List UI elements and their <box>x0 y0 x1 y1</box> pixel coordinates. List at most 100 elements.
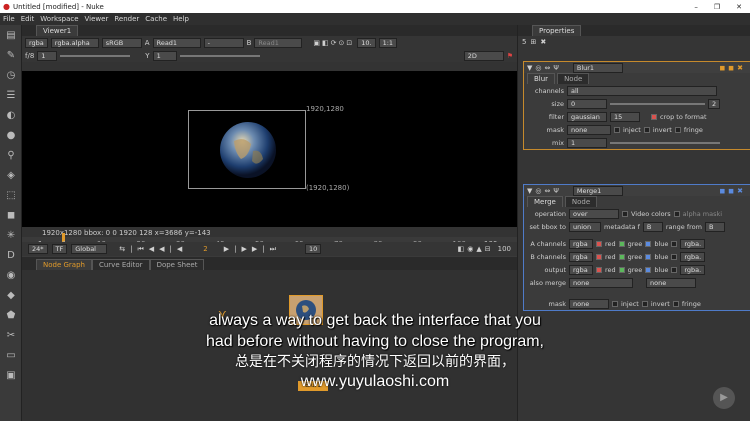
merge-mask-select[interactable]: none <box>569 298 609 309</box>
blur-mask-select[interactable]: none <box>567 124 611 135</box>
tab-node-graph[interactable]: Node Graph <box>36 259 92 270</box>
b-channels-select[interactable]: rgba <box>569 251 593 262</box>
menu-file[interactable]: File <box>3 15 15 23</box>
channel-tool-icon[interactable]: ☰ <box>0 85 22 105</box>
inject-checkbox[interactable] <box>614 126 620 133</box>
a-channels-select[interactable]: rgba <box>569 238 593 249</box>
tab-curve-editor[interactable]: Curve Editor <box>91 259 150 270</box>
b-green-checkbox[interactable] <box>618 253 625 260</box>
step-input[interactable]: 10 <box>304 244 322 254</box>
merge-toggle-icons[interactable]: ▼◎⇔Ψ <box>527 187 562 195</box>
blur-channels-select[interactable]: all <box>567 85 717 96</box>
out-red-checkbox[interactable] <box>596 266 602 273</box>
tab-blur[interactable]: Blur <box>527 73 556 84</box>
channels-select[interactable]: rgba <box>25 37 48 48</box>
merge-invert-checkbox[interactable] <box>641 300 648 307</box>
tf-select[interactable]: TF <box>51 244 68 254</box>
fps-select[interactable]: 24* <box>28 244 48 254</box>
blur-size-input[interactable]: 0 <box>567 98 607 109</box>
max-panels-input[interactable]: 5 <box>522 38 526 46</box>
merge-node-name[interactable]: Merge1 <box>572 185 623 196</box>
merge-color-swatches[interactable]: ◼◼✖ <box>720 187 750 195</box>
a-alpha-checkbox[interactable] <box>671 240 678 247</box>
out-green-checkbox[interactable] <box>618 266 625 273</box>
filter-tool-icon[interactable]: ● <box>0 125 22 145</box>
menu-cache[interactable]: Cache <box>145 15 167 23</box>
crop-checkbox[interactable] <box>651 113 657 120</box>
blur-node-name[interactable]: Blur1 <box>572 62 623 73</box>
a-alpha-select[interactable]: rgba. <box>680 238 706 249</box>
transform-tool-icon[interactable]: ⬚ <box>0 185 22 205</box>
properties-close-icon[interactable]: ✖ <box>540 38 546 46</box>
current-frame[interactable]: 2 <box>203 245 207 253</box>
playback-end[interactable]: 100 <box>498 245 511 253</box>
out-blue-checkbox[interactable] <box>645 266 652 273</box>
a-red-checkbox[interactable] <box>596 240 602 247</box>
image-tool-icon[interactable]: ▤ <box>0 25 22 45</box>
also-merge-select[interactable]: none <box>569 277 633 288</box>
input-b-select[interactable]: Read1 <box>254 37 303 48</box>
invert-checkbox[interactable] <box>643 126 650 133</box>
blur-filter-select[interactable]: gaussian <box>567 111 607 122</box>
y-slider[interactable] <box>179 54 260 57</box>
menu-render[interactable]: Render <box>114 15 139 23</box>
frame-slider[interactable] <box>60 54 131 57</box>
3d-tool-icon[interactable]: ◼ <box>0 205 22 225</box>
merge-tool-icon[interactable]: ◈ <box>0 165 22 185</box>
properties-lock-icon[interactable]: ⊞ <box>530 38 536 46</box>
a-blue-checkbox[interactable] <box>645 240 652 247</box>
output-select[interactable]: rgba <box>569 264 593 275</box>
play-forward-icons[interactable]: ▶|▶▶|⏭ <box>224 245 281 254</box>
loop-icons[interactable]: ◧◉▲⊟ <box>458 245 494 253</box>
draw-tool-icon[interactable]: ✎ <box>0 45 22 65</box>
metadata-select[interactable]: B <box>642 221 663 232</box>
views-tool-icon[interactable]: ◉ <box>0 265 22 285</box>
y-input[interactable]: 1 <box>152 50 177 61</box>
colorspace-select[interactable]: sRGB <box>101 37 142 48</box>
minimize-button[interactable]: – <box>694 3 698 11</box>
color-tool-icon[interactable]: ◐ <box>0 105 22 125</box>
particles-tool-icon[interactable]: ✳ <box>0 225 22 245</box>
fringe-checkbox[interactable] <box>674 126 681 133</box>
tab-merge[interactable]: Merge <box>527 196 563 207</box>
keyer-tool-icon[interactable]: ⚲ <box>0 145 22 165</box>
viewer-lock-icon[interactable]: ⚑ <box>507 52 513 60</box>
blur-mix-input[interactable]: 1 <box>567 137 607 148</box>
merge-fringe-checkbox[interactable] <box>672 300 679 307</box>
range-mode-select[interactable]: Global <box>71 244 108 254</box>
b-blue-checkbox[interactable] <box>645 253 652 260</box>
tab-blur-node[interactable]: Node <box>557 73 590 84</box>
maximize-button[interactable]: ❐ <box>714 3 720 11</box>
metadata-tool-icon[interactable]: ◆ <box>0 285 22 305</box>
gain-select[interactable]: 10. <box>357 37 376 48</box>
out-alpha-checkbox[interactable] <box>671 266 678 273</box>
b-red-checkbox[interactable] <box>596 253 602 260</box>
menu-edit[interactable]: Edit <box>21 15 35 23</box>
blur-size-slider[interactable] <box>610 102 705 105</box>
tab-dope-sheet[interactable]: Dope Sheet <box>149 259 205 270</box>
also-merge-select-2[interactable]: none <box>646 277 696 288</box>
alpha-masking-checkbox[interactable] <box>673 210 680 217</box>
video-colors-checkbox[interactable] <box>622 210 628 217</box>
frame-ratio[interactable]: f/8 <box>25 52 34 60</box>
blur-color-swatches[interactable]: ◼◼✖ <box>720 64 750 72</box>
viewer-canvas[interactable]: 1920,1280 (1920,1280) <box>22 71 517 227</box>
play-controls-icons[interactable]: ⇆|⏮◀◀|◀ <box>119 245 187 254</box>
alpha-select[interactable]: rgba.alpha <box>50 37 99 48</box>
menu-workspace[interactable]: Workspace <box>40 15 78 23</box>
range-from-select[interactable]: B <box>704 221 725 232</box>
tab-merge-node[interactable]: Node <box>564 196 598 207</box>
a-green-checkbox[interactable] <box>618 240 625 247</box>
panel-toggle-icons[interactable]: ▼◎⇔Ψ <box>527 64 562 72</box>
time-tool-icon[interactable]: ◷ <box>0 65 22 85</box>
blur-mix-slider[interactable] <box>610 141 720 144</box>
viewer-tools-icons[interactable]: ▣◧⟳⊙⊡ <box>313 39 354 47</box>
close-button[interactable]: ✕ <box>736 3 742 11</box>
operation-select[interactable]: over <box>569 208 619 219</box>
compare-select[interactable]: - <box>203 37 244 48</box>
out-alpha-select[interactable]: rgba. <box>680 264 706 275</box>
b-alpha-checkbox[interactable] <box>671 253 678 260</box>
tab-properties[interactable]: Properties <box>532 25 582 36</box>
input-a-select[interactable]: Read1 <box>152 37 201 48</box>
tab-viewer1[interactable]: Viewer1 <box>36 25 79 36</box>
